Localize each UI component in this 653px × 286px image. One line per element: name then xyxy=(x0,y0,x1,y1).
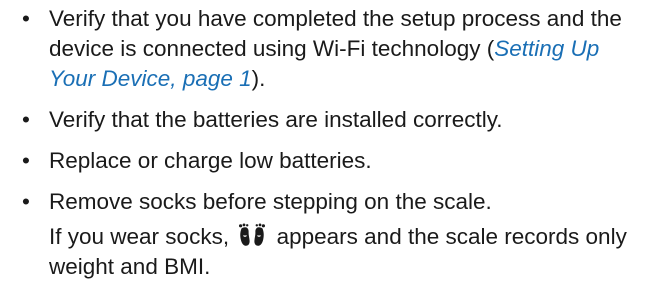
socks-note-text-start: If you wear socks, xyxy=(49,224,230,249)
list-item-low-batteries: • Replace or charge low batteries. xyxy=(19,146,643,176)
bullet-marker: • xyxy=(22,148,30,173)
socks-icon xyxy=(237,223,267,247)
bullet-marker: • xyxy=(22,107,30,132)
list-item-text: Replace or charge low batteries. xyxy=(49,148,372,173)
bullet-list: • Verify that you have completed the set… xyxy=(19,4,643,282)
list-item-remove-socks: • Remove socks before stepping on the sc… xyxy=(19,187,643,282)
list-item-setup: • Verify that you have completed the set… xyxy=(19,4,643,94)
socks-note: If you wear socks, appears and the scale… xyxy=(49,222,643,282)
troubleshooting-section: • Verify that you have completed the set… xyxy=(0,0,653,286)
list-item-text-end: ). xyxy=(251,66,266,91)
bullet-marker: • xyxy=(22,6,30,31)
bullet-marker: • xyxy=(22,189,30,214)
list-item-batteries-installed: • Verify that the batteries are installe… xyxy=(19,105,643,135)
list-item-text: Remove socks before stepping on the scal… xyxy=(49,189,492,214)
list-item-text: Verify that the batteries are installed … xyxy=(49,107,503,132)
